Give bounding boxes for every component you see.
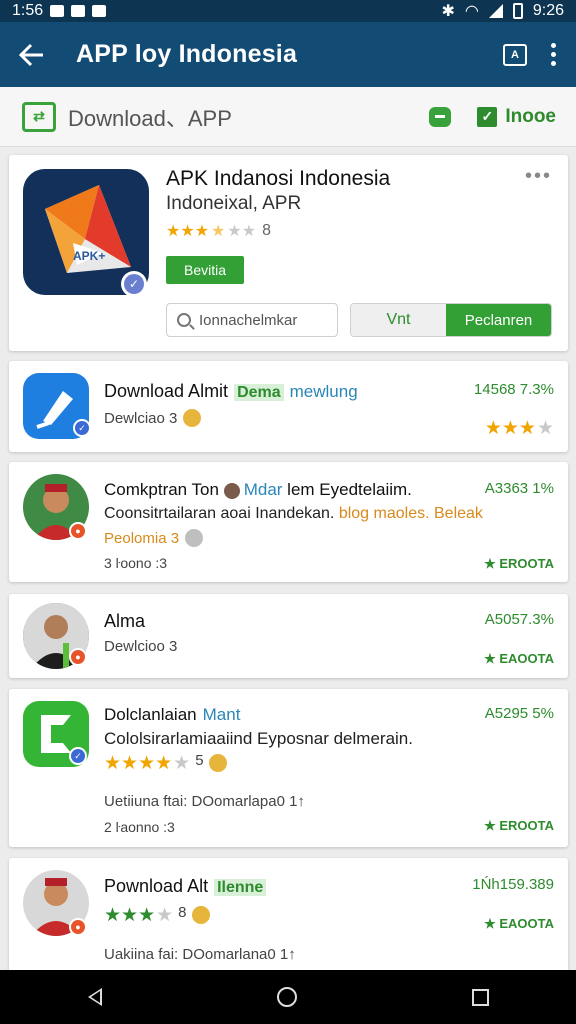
featured-subtitle: Indoneixal, APR [166,193,302,214]
app-bar: APP loy Indonesia A [0,22,576,87]
nav-home-icon[interactable] [276,987,297,1007]
status-time: 1:56 [12,2,44,19]
emoji-icon [183,409,202,427]
install-button[interactable]: Bevitia [166,256,244,284]
featured-icon-text: APK+ [73,249,106,263]
item-title: Comkptran Ton Mdar lem Eyedtelaiim. [104,480,412,499]
back-arrow-icon[interactable] [0,43,64,67]
list-item[interactable]: ● Pownload Alt Ilenne ★★★ ★ 8 Uakiina fai:… [9,858,568,978]
list-item[interactable]: ● Alma Dewlcioo 3 A5057.3% ★ EAOOTA [9,594,568,678]
chat-icon[interactable] [429,106,452,127]
item-meta-line: Uakiina fai: DOomarlana0 1↑ [104,946,296,963]
image-icon [71,5,86,17]
item-meta-line: Uetiiuna ftai: DOomarlapa0 1↑ [104,793,305,810]
featured-rating-count: 8 [262,222,271,239]
home-label: Inooe [505,105,556,127]
system-nav-bar [0,970,576,1024]
featured-app-card[interactable]: APK+ ✓ APK Indanosi Indonesia Indoneixal… [9,155,568,351]
badge-icon: ● [69,648,87,666]
list-item[interactable]: ✓ Download Almit Dema mewlung Dewlciao 3 1… [9,361,568,452]
status-bar: 1:56 ✱ ◠ 9:26 [0,0,576,22]
download-icon[interactable]: ⇄ [22,101,56,132]
item-rating: ★★★ ★ [484,418,554,439]
item-rating-count: 8 [178,904,187,921]
check-icon: ✓ [477,106,498,127]
status-clock: 9:26 [532,2,564,19]
item-description: Coonsitrtailaran aoai Inandekan. blog ma… [104,505,483,522]
notification-icon [50,5,65,17]
segmented-control: Vnt Peclanren [350,303,552,337]
nav-recents-icon[interactable] [471,988,489,1006]
more-vert-icon[interactable] [551,43,556,66]
emoji-icon [185,529,204,547]
item-percent: A5057.3% [484,611,554,628]
segment-peclanren[interactable]: Peclanren [446,304,551,336]
item-subtitle: Peolomia 3 [104,529,204,547]
search-placeholder: Ionnachelmkar [199,311,298,329]
search-icon [177,313,191,327]
emoji-icon [208,754,227,772]
gallery-icon [92,5,107,17]
item-title: Dolclanlaian Mant [104,705,241,724]
item-rating-count: 5 [195,752,204,769]
item-subtitle: Dewlciao 3 [104,409,202,427]
badge-icon: ● [69,522,87,540]
featured-rating: ★★★ ★ ★★ 8 [166,222,271,240]
item-title: Download Almit Dema mewlung [104,381,358,401]
item-tag: ★ EROOTA [484,818,554,833]
account-icon-label: A [511,48,519,61]
item-title: Alma [104,611,146,631]
item-tag: ★ EROOTA [484,556,554,571]
item-title: Pownload Alt Ilenne [104,876,267,897]
verified-icon: ✓ [73,419,91,437]
battery-icon [512,3,523,19]
page-title: APP loy Indonesia [76,40,298,68]
avatar-small [223,482,240,499]
item-tag: ★ EAOOTA [484,651,554,666]
item-percent: 1Ńh159.389 [472,876,554,893]
more-options-icon[interactable]: ••• [525,165,552,188]
wifi-icon: ◠ [464,3,479,20]
item-percent: A3363 1% [484,480,554,497]
signal-icon [488,4,503,18]
emoji-icon [191,906,210,924]
item-percent: A5295 5% [484,705,554,722]
bluetooth-icon: ✱ [441,3,455,20]
item-meta-line: 3 ŀoono :3 [104,555,168,571]
item-meta-line: 2 ŀaonno :3 [104,819,175,835]
segment-vnt[interactable]: Vnt [351,304,446,336]
list-item[interactable]: ● Comkptran Ton Mdar lem Eyedtelaiim. Co… [9,462,568,582]
home-button[interactable]: ✓ Inooe [477,106,556,128]
nav-back-icon[interactable] [87,988,102,1006]
download-bar: ⇄ Download、APP ✓ Inooe [0,87,576,147]
item-percent: 14568 7.3% [473,381,554,398]
verified-icon: ✓ [121,271,147,297]
item-tag: ★ EAOOTA [484,916,554,931]
featured-title: APK Indanosi Indonesia [166,167,391,190]
account-icon[interactable]: A [503,43,527,66]
badge-icon: ● [69,918,87,936]
search-input[interactable]: Ionnachelmkar [166,303,338,337]
item-description: Cololsirarlamiaaiind Eyposnar delmerain. [104,729,413,748]
download-label: Download、APP [68,105,232,131]
verified-icon: ✓ [69,747,87,765]
item-rating: ★★★ ★ 8 [104,904,210,927]
item-subtitle: Dewlcioo 3 [104,638,178,655]
item-rating: ★★★★ ★ 5 [104,752,227,775]
list-item[interactable]: ✓ Dolclanlaian Mant Cololsirarlamiaaiind … [9,689,568,847]
